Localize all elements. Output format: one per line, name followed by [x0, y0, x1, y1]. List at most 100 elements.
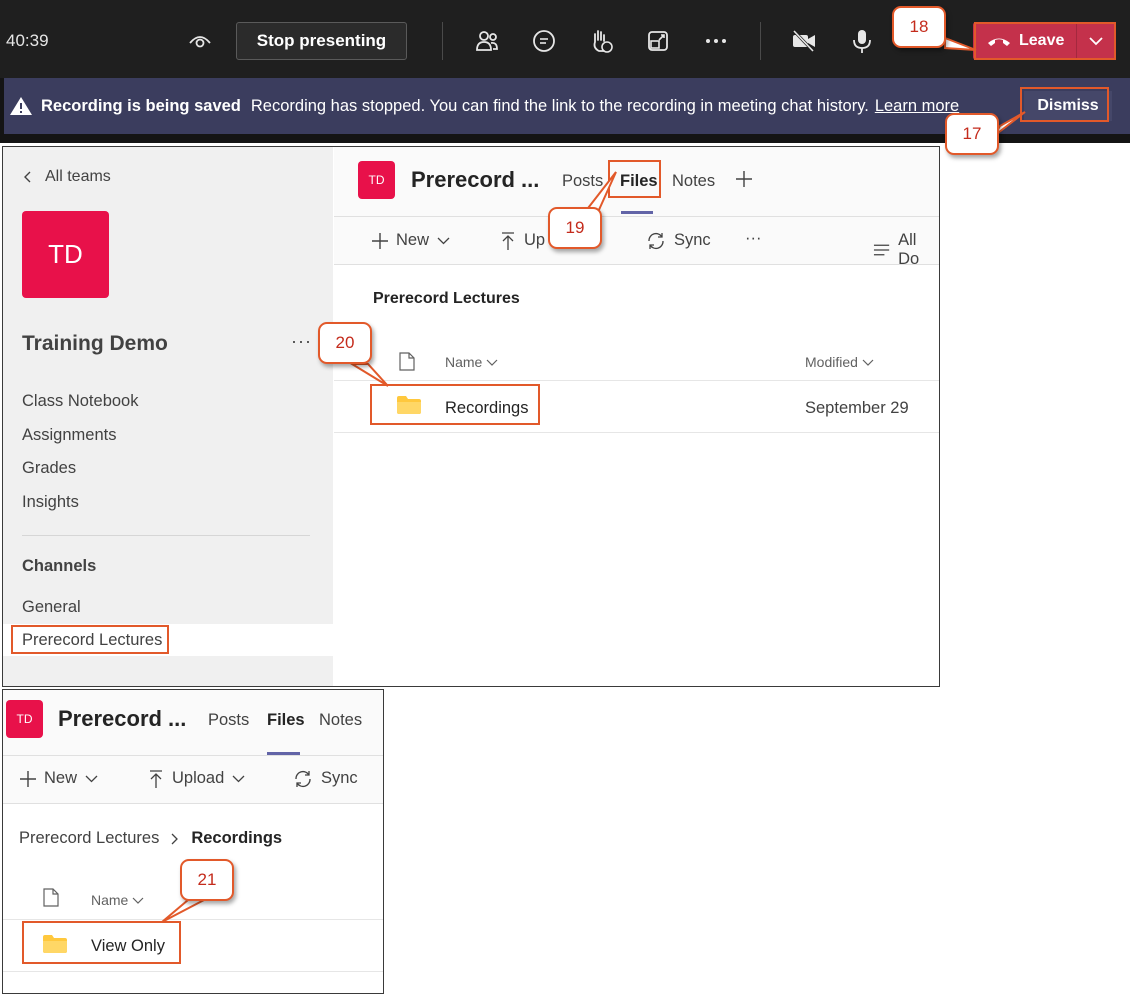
microphone-icon[interactable]	[847, 26, 877, 56]
team-sidebar: All teams TD Training Demo ··· Class Not…	[3, 147, 333, 686]
sidebar-item-assignments[interactable]: Assignments	[22, 426, 116, 445]
channel-header: TD Prerecord ... Posts Files Notes	[3, 690, 383, 756]
sync-button[interactable]: Sync	[293, 769, 358, 788]
highlight-leave	[974, 22, 1116, 60]
channel-avatar: TD	[6, 700, 43, 738]
column-header-name[interactable]: Name	[91, 892, 144, 908]
toolbar-divider	[442, 22, 443, 60]
raise-hand-icon[interactable]	[586, 26, 616, 56]
files-command-bar: New Upload Sync	[3, 756, 383, 804]
stop-presenting-button[interactable]: Stop presenting	[236, 22, 407, 60]
tab-files-underline	[267, 752, 300, 755]
sync-icon	[295, 770, 311, 787]
share-tray-icon[interactable]	[643, 26, 673, 56]
meeting-toolbar: 40:39 Stop presenting Leave	[0, 0, 1130, 78]
upload-icon	[150, 769, 162, 788]
view-selector[interactable]: All Do	[873, 231, 939, 269]
breadcrumb: Prerecord Lectures Recordings	[19, 829, 282, 848]
channel-general[interactable]: General	[22, 598, 81, 617]
new-button[interactable]: New	[20, 769, 98, 788]
column-name-label: Name	[91, 892, 129, 908]
chevron-down-icon	[486, 359, 498, 366]
toolbar-divider	[760, 22, 761, 60]
eye-icon[interactable]	[185, 26, 215, 56]
channel-avatar: TD	[358, 161, 395, 199]
upload-label: Upload	[172, 769, 225, 787]
chevron-down-icon	[437, 237, 450, 244]
more-icon[interactable]	[701, 26, 731, 56]
sidebar-item-class-notebook[interactable]: Class Notebook	[22, 392, 138, 411]
tab-posts[interactable]: Posts	[208, 711, 249, 730]
new-label: New	[44, 769, 78, 787]
row-divider	[3, 919, 383, 920]
callout-19: 19	[548, 207, 602, 249]
sync-icon	[648, 232, 664, 249]
all-teams-label: All teams	[45, 168, 111, 185]
row-divider	[334, 432, 939, 433]
camera-off-icon[interactable]	[789, 26, 819, 56]
chevron-left-icon	[24, 171, 31, 183]
banner-title: Recording is being saved	[41, 96, 241, 115]
team-name: Training Demo	[22, 332, 168, 355]
breadcrumb-current: Recordings	[191, 829, 283, 847]
highlight-view-only	[22, 921, 181, 964]
sync-label: Sync	[321, 769, 358, 787]
chevron-down-icon	[232, 775, 245, 782]
column-header-name[interactable]: Name	[445, 354, 498, 370]
highlight-prerecord-lectures	[11, 625, 169, 654]
channel-title: Prerecord ...	[411, 167, 540, 192]
sync-button[interactable]: Sync	[646, 231, 711, 250]
chat-icon[interactable]	[529, 26, 559, 56]
channel-title: Prerecord ...	[58, 706, 187, 731]
sidebar-divider	[22, 535, 310, 536]
row-divider	[3, 971, 383, 972]
plus-icon	[372, 232, 388, 249]
learn-more-link[interactable]: Learn more	[875, 97, 959, 116]
sync-label: Sync	[674, 231, 711, 249]
highlight-dismiss	[1020, 87, 1109, 122]
upload-icon	[502, 231, 514, 250]
callout-18: 18	[892, 6, 946, 48]
sidebar-item-grades[interactable]: Grades	[22, 459, 76, 478]
team-more-button[interactable]: ···	[291, 331, 312, 352]
column-name-label: Name	[445, 354, 483, 370]
tab-posts[interactable]: Posts	[562, 172, 603, 191]
more-commands-button[interactable]: ···	[745, 229, 761, 248]
sidebar-item-insights[interactable]: Insights	[22, 493, 79, 512]
team-avatar: TD	[22, 211, 109, 298]
highlight-recordings	[370, 384, 540, 425]
chevron-down-icon	[862, 359, 874, 366]
files-command-bar: New Up Sync ··· All Do	[334, 217, 939, 268]
chevron-down-icon	[132, 897, 144, 904]
chevron-down-icon	[85, 775, 98, 782]
banner-message: Recording has stopped. You can find the …	[250, 96, 869, 115]
breadcrumb-parent[interactable]: Prerecord Lectures	[19, 829, 159, 848]
column-modified-label: Modified	[805, 354, 858, 370]
tab-notes[interactable]: Notes	[672, 172, 715, 191]
tab-notes[interactable]: Notes	[319, 711, 362, 730]
new-button[interactable]: New	[372, 231, 450, 250]
all-teams-link[interactable]: All teams	[23, 168, 111, 186]
tab-files[interactable]: Files	[267, 711, 305, 730]
upload-button[interactable]: Upload	[148, 769, 245, 788]
breadcrumb: Prerecord Lectures	[373, 290, 520, 307]
people-icon[interactable]	[472, 26, 502, 56]
column-header-modified[interactable]: Modified	[805, 354, 874, 370]
add-tab-icon[interactable]	[735, 170, 753, 188]
callout-20: 20	[318, 322, 372, 364]
view-label: All Do	[898, 231, 920, 268]
file-type-icon	[43, 888, 59, 907]
list-icon	[873, 244, 890, 256]
tab-files-underline	[621, 211, 653, 214]
highlight-files-tab	[608, 160, 661, 198]
upload-label: Up	[524, 231, 546, 249]
row-divider	[334, 380, 939, 381]
plus-icon	[20, 770, 36, 787]
callout-17: 17	[945, 113, 999, 155]
upload-button[interactable]: Up	[500, 231, 545, 250]
warning-icon	[10, 97, 32, 115]
new-label: New	[396, 231, 430, 249]
meeting-timer: 40:39	[6, 31, 49, 50]
channels-heading: Channels	[22, 557, 97, 575]
chevron-right-icon	[171, 833, 179, 844]
